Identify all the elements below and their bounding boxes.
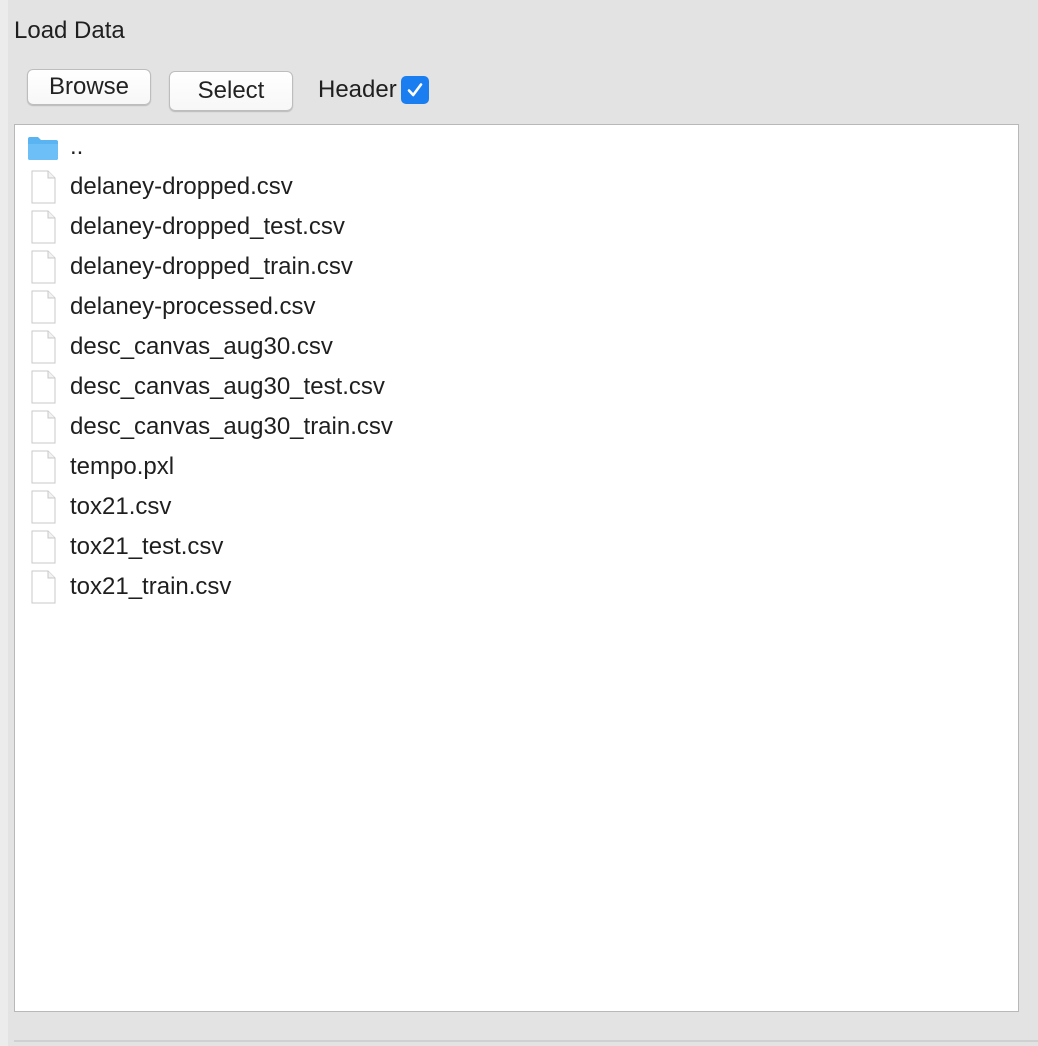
file-row[interactable]: delaney-dropped.csv	[15, 167, 1018, 207]
file-name: tempo.pxl	[70, 453, 175, 480]
file-name: tox21_test.csv	[70, 533, 224, 560]
header-label: Header	[318, 76, 397, 103]
parent-folder-row[interactable]: ..	[15, 127, 1018, 167]
file-icon	[27, 250, 59, 284]
header-toggle[interactable]: Header	[318, 76, 429, 104]
file-icon	[27, 490, 59, 524]
browse-button[interactable]: Browse	[27, 68, 151, 105]
file-icon	[27, 210, 59, 244]
checkmark-icon	[407, 83, 423, 97]
select-button[interactable]: Select	[169, 70, 293, 111]
load-data-panel: Load Data Browse Select Header .. delaney…	[14, 0, 1038, 1046]
file-row[interactable]: tox21_test.csv	[15, 527, 1018, 567]
file-name: ..	[70, 133, 84, 160]
file-icon	[27, 370, 59, 404]
file-name: delaney-processed.csv	[70, 293, 316, 320]
file-row[interactable]: desc_canvas_aug30_train.csv	[15, 407, 1018, 447]
file-icon	[27, 290, 59, 324]
file-icon	[27, 450, 59, 484]
file-icon	[27, 570, 59, 604]
file-icon	[27, 170, 59, 204]
file-row[interactable]: tox21.csv	[15, 487, 1018, 527]
panel-title: Load Data	[14, 17, 125, 44]
window-edge	[0, 0, 8, 1046]
file-icon	[27, 530, 59, 564]
file-name: desc_canvas_aug30.csv	[70, 333, 333, 360]
file-list[interactable]: .. delaney-dropped.csv delaney-dropped_tes…	[14, 124, 1019, 1012]
file-name: desc_canvas_aug30_train.csv	[70, 413, 393, 440]
header-checkbox[interactable]	[400, 76, 429, 104]
folder-icon	[27, 134, 59, 162]
file-row[interactable]: desc_canvas_aug30_test.csv	[15, 367, 1018, 407]
file-row[interactable]: tox21_train.csv	[15, 567, 1018, 607]
file-row[interactable]: delaney-processed.csv	[15, 287, 1018, 327]
bottom-divider	[14, 1040, 1038, 1042]
file-row[interactable]: delaney-dropped_test.csv	[15, 207, 1018, 247]
file-name: tox21.csv	[70, 493, 172, 520]
file-name: delaney-dropped_test.csv	[70, 213, 345, 240]
file-row[interactable]: delaney-dropped_train.csv	[15, 247, 1018, 287]
file-row[interactable]: tempo.pxl	[15, 447, 1018, 487]
file-name: delaney-dropped_train.csv	[70, 253, 353, 280]
file-row[interactable]: desc_canvas_aug30.csv	[15, 327, 1018, 367]
file-name: delaney-dropped.csv	[70, 173, 293, 200]
file-name: desc_canvas_aug30_test.csv	[70, 373, 385, 400]
file-icon	[27, 330, 59, 364]
file-icon	[27, 410, 59, 444]
toolbar: Browse Select Header	[27, 67, 429, 111]
file-name: tox21_train.csv	[70, 573, 232, 600]
